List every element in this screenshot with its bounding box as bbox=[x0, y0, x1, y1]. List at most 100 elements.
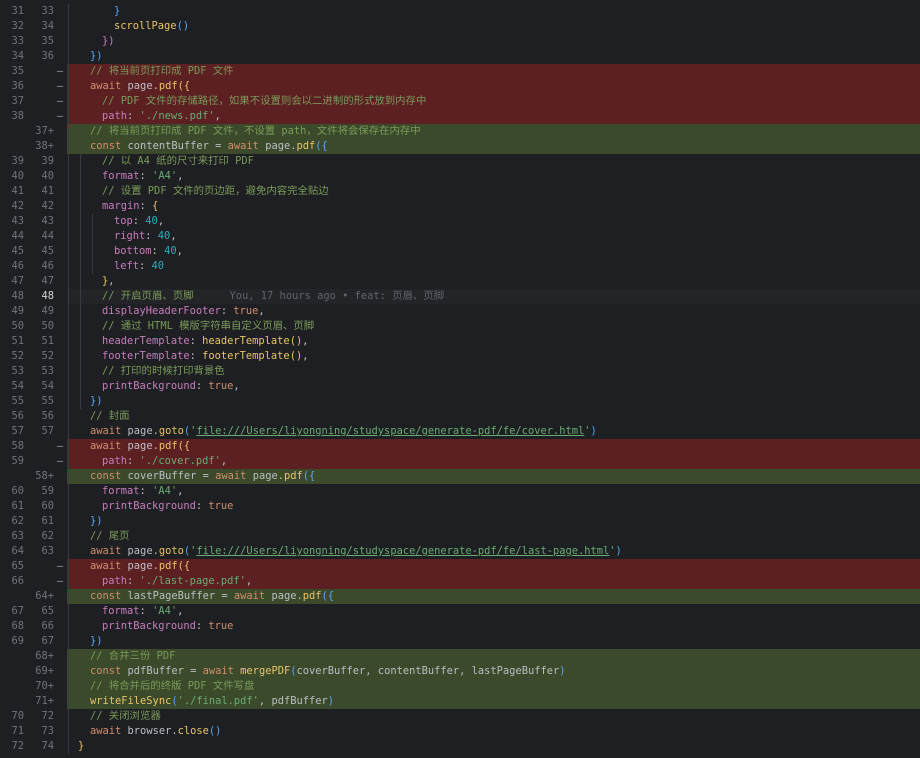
diff-line-ctx[interactable]: 51 51 headerTemplate: headerTemplate(), bbox=[0, 334, 920, 349]
code-text[interactable]: left: 40 bbox=[67, 259, 920, 274]
diff-editor[interactable]: 31 33} 32 34 scrollPage() 33 35}) 34 36}) 35—// 将… bbox=[0, 0, 920, 758]
diff-line-ctx[interactable]: 31 33} bbox=[0, 4, 920, 19]
code-text[interactable]: // 通过 HTML 模版字符串自定义页眉、页脚 bbox=[67, 319, 920, 334]
code-text[interactable]: headerTemplate: headerTemplate(), bbox=[67, 334, 920, 349]
diff-line-ctx[interactable]: 71 73 await browser.close() bbox=[0, 724, 920, 739]
diff-line-ctx[interactable]: 54 54 printBackground: true, bbox=[0, 379, 920, 394]
code-text[interactable]: // 将当前页打印成 PDF 文件，不设置 path，文件将会保存在内存中 bbox=[67, 124, 920, 139]
diff-line-ctx[interactable]: 64 63 await page.goto('file:///Users/liyon… bbox=[0, 544, 920, 559]
diff-line-ctx[interactable]: 52 52 footerTemplate: footerTemplate(), bbox=[0, 349, 920, 364]
diff-line-add[interactable]: 68+ // 合并三份 PDF bbox=[0, 649, 920, 664]
diff-line-ctx[interactable]: 39 39 // 以 A4 纸的尺寸来打印 PDF bbox=[0, 154, 920, 169]
code-text[interactable]: writeFileSync('./final.pdf', pdfBuffer) bbox=[67, 694, 920, 709]
code-text[interactable]: // 关闭浏览器 bbox=[67, 709, 920, 724]
code-text[interactable]: const pdfBuffer = await mergePDF(coverBu… bbox=[67, 664, 920, 679]
code-text[interactable]: // 将合并后的终版 PDF 文件写盘 bbox=[67, 679, 920, 694]
code-text[interactable]: const contentBuffer = await page.pdf({ bbox=[67, 139, 920, 154]
diff-line-ctx[interactable]: 61 60 printBackground: true bbox=[0, 499, 920, 514]
diff-line-ctx[interactable]: 42 42 margin: { bbox=[0, 199, 920, 214]
diff-line-add[interactable]: 38+ const contentBuffer = await page.pdf(… bbox=[0, 139, 920, 154]
diff-line-add[interactable]: 69+ const pdfBuffer = await mergePDF(cove… bbox=[0, 664, 920, 679]
diff-line-ctx[interactable]: 32 34 scrollPage() bbox=[0, 19, 920, 34]
diff-line-ctx[interactable]: 55 55}) bbox=[0, 394, 920, 409]
diff-line-ctx[interactable]: 46 46 left: 40 bbox=[0, 259, 920, 274]
diff-line-del[interactable]: 65— await page.pdf({ bbox=[0, 559, 920, 574]
code-text[interactable]: // 以 A4 纸的尺寸来打印 PDF bbox=[67, 154, 920, 169]
diff-line-ctx[interactable]: 62 61}) bbox=[0, 514, 920, 529]
diff-line-ctx[interactable]: 56 56 // 封面 bbox=[0, 409, 920, 424]
diff-line-cur[interactable]: 48 48 // 开启页眉、页脚 You, 17 hours ago • feat: … bbox=[0, 289, 920, 304]
code-text[interactable]: // 尾页 bbox=[67, 529, 920, 544]
code-text[interactable]: }) bbox=[67, 394, 920, 409]
diff-line-del[interactable]: 38— path: './news.pdf', bbox=[0, 109, 920, 124]
code-text[interactable]: await page.pdf({ bbox=[67, 559, 920, 574]
diff-line-ctx[interactable]: 40 40 format: 'A4', bbox=[0, 169, 920, 184]
code-text[interactable]: }) bbox=[67, 49, 920, 64]
code-text[interactable]: printBackground: true, bbox=[67, 379, 920, 394]
diff-line-add[interactable]: 58+ const coverBuffer = await page.pdf({ bbox=[0, 469, 920, 484]
diff-line-del[interactable]: 58— await page.pdf({ bbox=[0, 439, 920, 454]
code-text[interactable]: await browser.close() bbox=[67, 724, 920, 739]
diff-line-add[interactable]: 37+ // 将当前页打印成 PDF 文件，不设置 path，文件将会保存在内存中 bbox=[0, 124, 920, 139]
diff-line-del[interactable]: 35 — // 将当前页打印成 PDF 文件 bbox=[0, 64, 920, 79]
code-text[interactable]: printBackground: true bbox=[67, 499, 920, 514]
diff-line-add[interactable]: 71+ writeFileSync('./final.pdf', pdfBuffe… bbox=[0, 694, 920, 709]
code-text[interactable]: format: 'A4', bbox=[67, 169, 920, 184]
diff-line-ctx[interactable]: 53 53 // 打印的时候打印背景色 bbox=[0, 364, 920, 379]
code-text[interactable]: await page.pdf({ bbox=[67, 79, 920, 94]
diff-line-ctx[interactable]: 49 49 displayHeaderFooter: true, bbox=[0, 304, 920, 319]
diff-line-ctx[interactable]: 69 67}) bbox=[0, 634, 920, 649]
diff-line-ctx[interactable]: 41 41 // 设置 PDF 文件的页边距，避免内容完全贴边 bbox=[0, 184, 920, 199]
code-text[interactable]: } bbox=[67, 739, 920, 754]
code-text[interactable]: printBackground: true bbox=[67, 619, 920, 634]
diff-line-ctx[interactable]: 68 66 printBackground: true bbox=[0, 619, 920, 634]
diff-line-ctx[interactable]: 72 74} bbox=[0, 739, 920, 754]
code-text[interactable]: // 合并三份 PDF bbox=[67, 649, 920, 664]
diff-line-del[interactable]: 37 — // PDF 文件的存储路径，如果不设置则会以二进制的形式放到内存中 bbox=[0, 94, 920, 109]
diff-line-del[interactable]: 66— path: './last-page.pdf', bbox=[0, 574, 920, 589]
code-text[interactable]: // PDF 文件的存储路径，如果不设置则会以二进制的形式放到内存中 bbox=[67, 94, 920, 109]
diff-line-del[interactable]: 59— path: './cover.pdf', bbox=[0, 454, 920, 469]
diff-line-ctx[interactable]: 33 35}) bbox=[0, 34, 920, 49]
code-text[interactable]: const coverBuffer = await page.pdf({ bbox=[67, 469, 920, 484]
code-text[interactable]: path: './cover.pdf', bbox=[67, 454, 920, 469]
diff-line-ctx[interactable]: 45 45 bottom: 40, bbox=[0, 244, 920, 259]
code-text[interactable]: path: './news.pdf', bbox=[67, 109, 920, 124]
diff-line-ctx[interactable]: 43 43 top: 40, bbox=[0, 214, 920, 229]
diff-line-ctx[interactable]: 50 50 // 通过 HTML 模版字符串自定义页眉、页脚 bbox=[0, 319, 920, 334]
diff-line-ctx[interactable]: 57 57 await page.goto('file:///Users/liyon… bbox=[0, 424, 920, 439]
code-text[interactable]: top: 40, bbox=[67, 214, 920, 229]
code-text[interactable]: right: 40, bbox=[67, 229, 920, 244]
code-text[interactable]: } bbox=[67, 4, 920, 19]
diff-line-del[interactable]: 36— await page.pdf({ bbox=[0, 79, 920, 94]
diff-line-ctx[interactable]: 70 72 // 关闭浏览器 bbox=[0, 709, 920, 724]
code-text[interactable]: format: 'A4', bbox=[67, 604, 920, 619]
diff-line-ctx[interactable]: 60 59 format: 'A4', bbox=[0, 484, 920, 499]
code-text[interactable]: // 开启页眉、页脚 You, 17 hours ago • feat: 页眉、页… bbox=[67, 289, 920, 304]
diff-line-ctx[interactable]: 44 44 right: 40, bbox=[0, 229, 920, 244]
code-text[interactable]: format: 'A4', bbox=[67, 484, 920, 499]
code-text[interactable]: }) bbox=[67, 634, 920, 649]
code-text[interactable]: // 封面 bbox=[67, 409, 920, 424]
diff-line-add[interactable]: 70+ // 将合并后的终版 PDF 文件写盘 bbox=[0, 679, 920, 694]
diff-line-ctx[interactable]: 34 36}) bbox=[0, 49, 920, 64]
code-text[interactable]: await page.goto('file:///Users/liyongnin… bbox=[67, 544, 920, 559]
code-text[interactable]: footerTemplate: footerTemplate(), bbox=[67, 349, 920, 364]
code-text[interactable]: }) bbox=[67, 514, 920, 529]
code-text[interactable]: path: './last-page.pdf', bbox=[67, 574, 920, 589]
code-text[interactable]: // 将当前页打印成 PDF 文件 bbox=[67, 64, 920, 79]
code-text[interactable]: displayHeaderFooter: true, bbox=[67, 304, 920, 319]
code-text[interactable]: // 设置 PDF 文件的页边距，避免内容完全贴边 bbox=[67, 184, 920, 199]
code-text[interactable]: // 打印的时候打印背景色 bbox=[67, 364, 920, 379]
code-text[interactable]: margin: { bbox=[67, 199, 920, 214]
diff-line-ctx[interactable]: 67 65 format: 'A4', bbox=[0, 604, 920, 619]
diff-line-ctx[interactable]: 47 47}, bbox=[0, 274, 920, 289]
code-text[interactable]: }) bbox=[67, 34, 920, 49]
code-text[interactable]: bottom: 40, bbox=[67, 244, 920, 259]
code-text[interactable]: const lastPageBuffer = await page.pdf({ bbox=[67, 589, 920, 604]
code-text[interactable]: }, bbox=[67, 274, 920, 289]
diff-line-add[interactable]: 64+ const lastPageBuffer = await page.pdf… bbox=[0, 589, 920, 604]
code-text[interactable]: await page.goto('file:///Users/liyongnin… bbox=[67, 424, 920, 439]
diff-line-ctx[interactable]: 63 62 // 尾页 bbox=[0, 529, 920, 544]
code-text[interactable]: scrollPage() bbox=[67, 19, 920, 34]
